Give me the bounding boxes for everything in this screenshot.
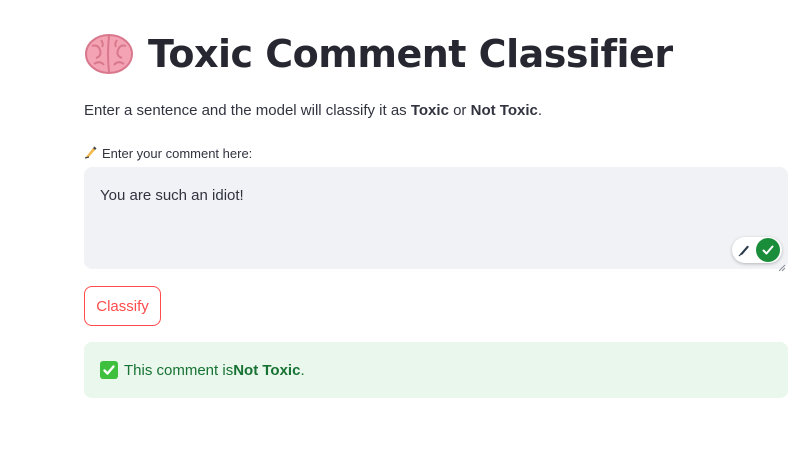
brain-icon [84,32,134,76]
comment-input-label-text: Enter your comment here: [102,146,253,161]
result-verdict: Not Toxic [233,361,301,379]
toxic-label: Toxic [410,102,449,119]
white-check-mark-icon [100,361,118,379]
not-toxic-label: Not Toxic [470,102,538,119]
result-prefix: This comment is [124,361,234,379]
title-text: Toxic Comment Classifier [148,32,673,76]
pen-icon[interactable] [732,237,756,263]
writing-hand-icon [84,145,98,162]
description-suffix: . [537,102,543,119]
result-alert: This comment is Not Toxic. [84,342,788,398]
description-middle: or [448,102,471,119]
comment-textarea[interactable]: You are such an idiot! [84,167,788,272]
comment-textarea-value[interactable]: You are such an idiot! [100,187,244,204]
comment-input-label: Enter your comment here: [84,145,252,162]
checkmark-icon[interactable] [756,238,780,262]
grammar-check-widget[interactable] [732,237,782,263]
classify-button[interactable]: Classify [84,286,161,326]
description-prefix: Enter a sentence and the model will clas… [84,102,411,119]
page-title: Toxic Comment Classifier [84,32,673,76]
description-text: Enter a sentence and the model will clas… [84,102,542,119]
resize-grip-icon[interactable] [778,259,786,272]
result-suffix: . [300,361,305,379]
